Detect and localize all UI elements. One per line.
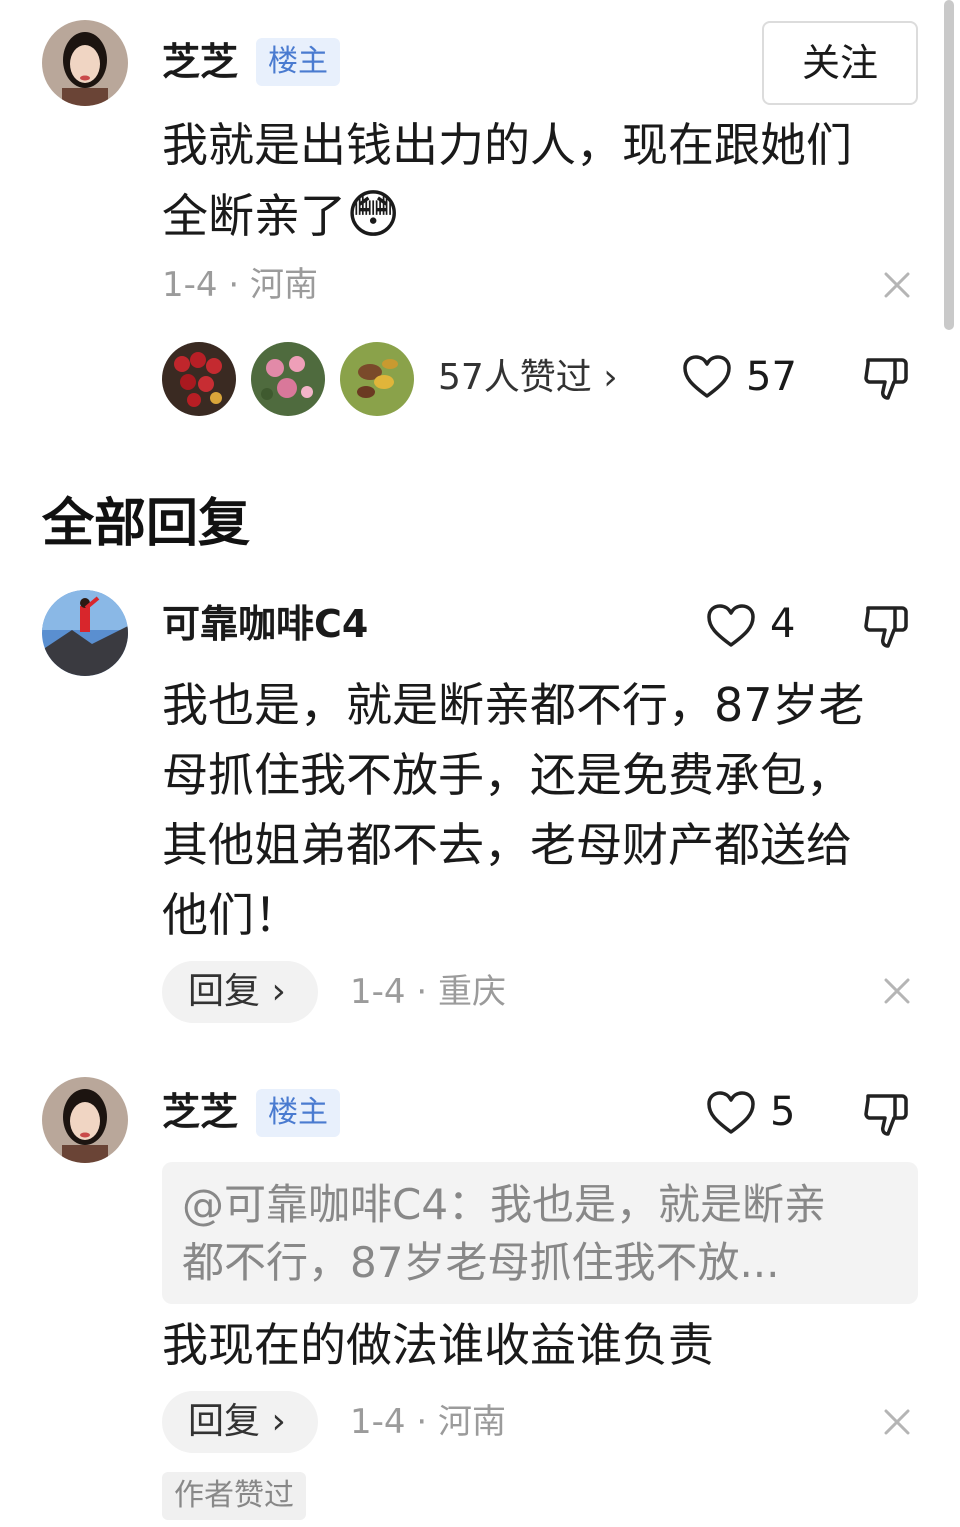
author-liked-badge: 作者赞过: [162, 1472, 306, 1520]
surprised-emoji: 😳: [346, 185, 401, 245]
liker-avatar[interactable]: [162, 342, 236, 416]
liker-avatar[interactable]: [340, 342, 414, 416]
liker-avatar[interactable]: [251, 342, 325, 416]
reply-like-count: 4: [770, 601, 796, 647]
post-content-line: 我就是出钱出力的人，现在跟她们: [162, 118, 852, 172]
section-title: 全部回复: [42, 494, 251, 554]
reply-content-line: 我现在的做法谁收益谁负责: [162, 1318, 714, 1372]
post-meta: 1-4 · 河南: [162, 265, 318, 305]
post-author-avatar[interactable]: [42, 20, 128, 106]
heart-icon[interactable]: [706, 603, 756, 649]
scrollbar[interactable]: [944, 0, 954, 330]
quoted-reply-line: @可靠咖啡C4：我也是，就是断亲: [182, 1180, 827, 1229]
reply-content: 我现在的做法谁收益谁负责: [162, 1310, 892, 1380]
reply-button[interactable]: 回复 ›: [162, 1391, 318, 1453]
quoted-reply[interactable]: @可靠咖啡C4：我也是，就是断亲 都不行，87岁老母抓住我不放...: [162, 1162, 918, 1304]
reply-author-avatar[interactable]: [42, 1077, 128, 1163]
thumb-down-icon[interactable]: [862, 1090, 912, 1140]
likers-link[interactable]: 57人赞过 ›: [438, 355, 618, 401]
owner-badge: 楼主: [256, 1089, 340, 1137]
reply-author-name[interactable]: 可靠咖啡C4: [162, 600, 368, 648]
post-author-name[interactable]: 芝芝: [162, 38, 238, 86]
post-content-line: 全断亲了😳: [162, 185, 401, 245]
heart-icon[interactable]: [682, 354, 732, 400]
reply-author-avatar[interactable]: [42, 590, 128, 676]
reply-button[interactable]: 回复 ›: [162, 961, 318, 1023]
reply-content-line: 他们！: [162, 888, 300, 942]
post-content: 我就是出钱出力的人，现在跟她们 全断亲了😳: [162, 110, 892, 251]
owner-badge: 楼主: [256, 38, 340, 86]
reply-meta: 1-4 · 重庆: [350, 972, 506, 1012]
heart-icon[interactable]: [706, 1090, 756, 1136]
close-icon[interactable]: [882, 976, 912, 1006]
reply-meta: 1-4 · 河南: [350, 1402, 506, 1442]
close-icon[interactable]: [882, 1407, 912, 1437]
reply-content: 我也是，就是断亲都不行，87岁老 母抓住我不放手，还是免费承包， 其他姐弟都不去…: [162, 670, 892, 950]
quoted-reply-line: 都不行，87岁老母抓住我不放...: [182, 1238, 780, 1287]
reply-content-line: 母抓住我不放手，还是免费承包，: [162, 748, 852, 802]
reply-content-line: 其他姐弟都不去，老母财产都送给: [162, 818, 852, 872]
thumb-down-icon[interactable]: [862, 602, 912, 652]
reply-author-name[interactable]: 芝芝: [162, 1088, 238, 1136]
follow-button[interactable]: 关注: [762, 21, 918, 105]
post-like-count: 57: [746, 354, 797, 400]
reply-like-count: 5: [770, 1089, 796, 1135]
thumb-down-icon[interactable]: [862, 354, 912, 404]
reply-content-line: 我也是，就是断亲都不行，87岁老: [162, 678, 865, 732]
close-icon[interactable]: [882, 270, 912, 300]
